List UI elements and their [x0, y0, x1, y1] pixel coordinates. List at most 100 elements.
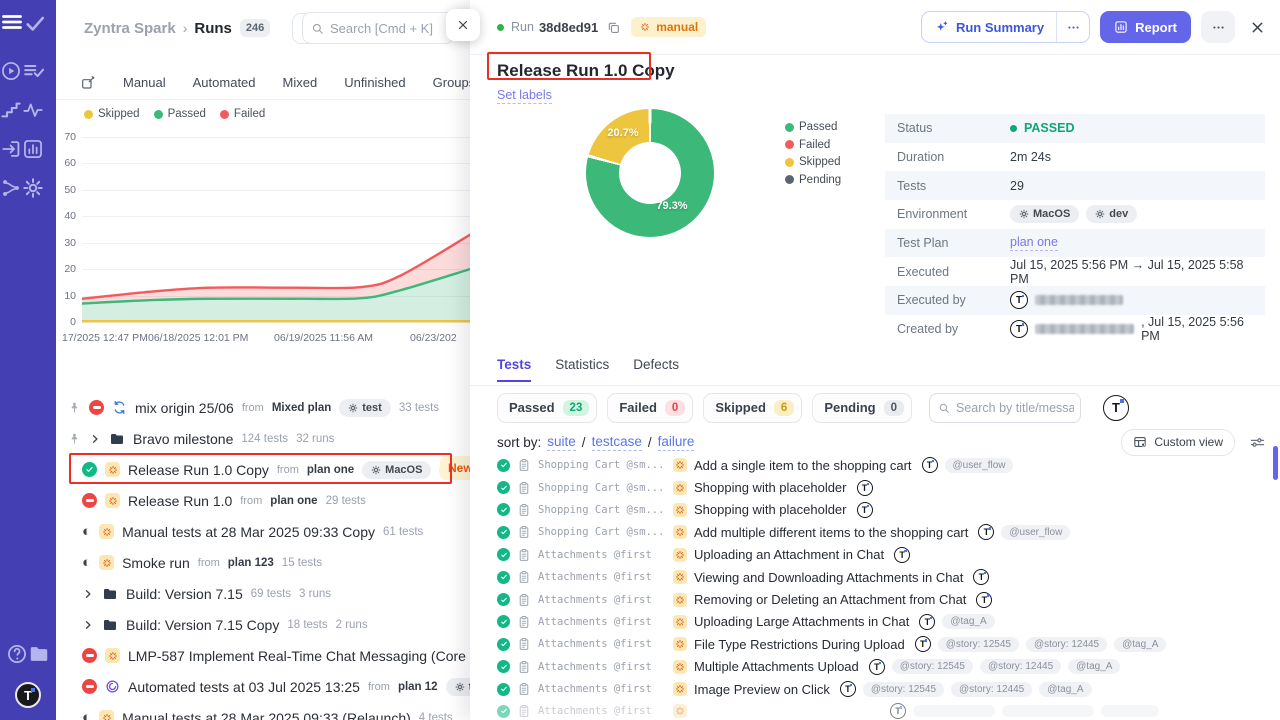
status-dot [1010, 125, 1017, 132]
run-icon[interactable] [0, 60, 22, 82]
folder-icon [102, 617, 118, 633]
test-row[interactable]: Attachments @firstImage Preview on Click… [470, 678, 1280, 700]
help-icon[interactable] [6, 643, 28, 665]
suite-name: Attachments @first [538, 571, 666, 583]
run-summary-more-button[interactable] [1057, 12, 1089, 42]
bar-chart-icon[interactable] [22, 138, 44, 160]
close-runs-panel-button[interactable] [446, 9, 480, 41]
steps-icon[interactable] [0, 99, 22, 121]
breadcrumb-section[interactable]: Runs [194, 20, 232, 37]
test-row[interactable]: Shopping Cart @sm...Shopping with placeh… [470, 499, 1280, 521]
run-list-item[interactable]: mix origin 25/06fromMixed plantest33 tes… [56, 392, 470, 423]
test-row[interactable]: Attachments @firstUploading an Attachmen… [470, 544, 1280, 566]
filter-chip-failed[interactable]: Failed0 [607, 393, 693, 423]
test-row[interactable]: Shopping Cart @sm...Add a single item to… [470, 454, 1280, 476]
chip-label: Pending [824, 400, 875, 415]
filter-chip-passed[interactable]: Passed23 [497, 393, 597, 423]
report-button[interactable]: Report [1100, 11, 1191, 43]
manual-run-icon [673, 682, 687, 696]
report-label: Report [1135, 20, 1177, 35]
runs-search-input[interactable] [330, 21, 445, 36]
chevron-right-icon[interactable] [89, 433, 101, 445]
tests-search-input[interactable] [956, 401, 1074, 415]
run-summary-button[interactable]: Run Summary [922, 12, 1056, 42]
run-list-item[interactable]: ◐Smoke runfromplan 12315 tests [56, 547, 470, 578]
tab-statistics[interactable]: Statistics [555, 357, 609, 380]
test-row[interactable]: Attachments @firstRemoving or Deleting a… [470, 588, 1280, 610]
chip-count: 0 [884, 400, 904, 416]
folder-icon[interactable] [28, 643, 50, 665]
assignee-avatar: T [919, 614, 935, 630]
run-list-item[interactable]: Bravo milestone124 tests32 runs [56, 423, 470, 454]
test-plan-link[interactable]: plan one [1010, 235, 1058, 251]
manual-run-icon [99, 710, 114, 720]
test-row[interactable]: Attachments @firstFile Type Restrictions… [470, 633, 1280, 655]
tab-groups[interactable]: Groups [433, 75, 470, 90]
user-avatar[interactable]: T [15, 682, 41, 708]
run-list-item[interactable]: Release Run 1.0 Copyfromplan oneMacOSdev… [56, 454, 470, 485]
pin-icon[interactable] [68, 401, 81, 414]
breadcrumb-project[interactable]: Zyntra Spark [84, 20, 176, 37]
test-row[interactable]: Shopping Cart @sm...Add multiple differe… [470, 521, 1280, 543]
tab-manual[interactable]: Manual [123, 75, 166, 90]
gear-icon [348, 403, 358, 413]
sliders-icon[interactable] [1249, 434, 1266, 451]
filter-chip-pending[interactable]: Pending 0 [812, 393, 912, 423]
chevron-right-icon[interactable] [82, 588, 94, 600]
run-title: Bravo milestone [133, 431, 233, 447]
run-list-item[interactable]: Automated tests at 03 Jul 2025 13:25from… [56, 671, 470, 702]
set-labels-link[interactable]: Set labels [497, 88, 552, 104]
legend-dot [154, 110, 163, 119]
run-list-item[interactable]: Build: Version 7.15 Copy18 tests2 runs [56, 609, 470, 640]
test-row-partial[interactable]: Attachments @firstT [470, 700, 1280, 720]
test-row[interactable]: Attachments @firstViewing and Downloadin… [470, 566, 1280, 588]
assignee-avatar: T [857, 480, 873, 496]
gear-icon[interactable] [22, 177, 44, 199]
select-runs-icon[interactable] [80, 75, 96, 91]
custom-view-button[interactable]: Custom view [1121, 429, 1235, 456]
playlist-check-icon[interactable] [22, 60, 44, 82]
tab-defects[interactable]: Defects [633, 357, 679, 380]
legend-label: Pending [799, 174, 841, 186]
sort-link-suite[interactable]: suite [547, 434, 576, 451]
filter-chip-skipped[interactable]: Skipped6 [703, 393, 802, 423]
close-panel-icon[interactable] [1249, 19, 1266, 36]
redacted-name [1035, 295, 1123, 305]
test-row[interactable]: Attachments @firstMultiple Attachments U… [470, 656, 1280, 678]
automated-run-icon [105, 679, 120, 694]
sign-in-icon[interactable] [0, 138, 22, 160]
sort-link-testcase[interactable]: testcase [592, 434, 642, 451]
chevron-right-icon[interactable] [82, 619, 94, 631]
test-row[interactable]: Attachments @firstUploading Large Attach… [470, 611, 1280, 633]
branch-icon[interactable] [0, 177, 22, 199]
test-row[interactable]: Shopping Cart @sm...Shopping with placeh… [470, 476, 1280, 498]
tab-mixed[interactable]: Mixed [283, 75, 318, 90]
menu-icon[interactable] [0, 10, 24, 34]
run-list-item[interactable]: LMP-587 Implement Real-Time Chat Messagi… [56, 640, 470, 671]
run-meta: 33 tests [399, 402, 439, 414]
sort-link-failure[interactable]: failure [658, 434, 695, 451]
run-meta: 61 tests [383, 526, 423, 538]
more-actions-button[interactable] [1201, 11, 1235, 43]
tab-tests[interactable]: Tests [497, 357, 531, 382]
manual-run-icon [673, 458, 687, 472]
run-label: Run [511, 20, 534, 34]
run-list-item[interactable]: Build: Version 7.1569 tests3 runs [56, 578, 470, 609]
passed-icon [497, 615, 510, 628]
run-list-item[interactable]: Release Run 1.0fromplan one29 tests [56, 485, 470, 516]
tests-scrollbar-thumb[interactable] [1273, 446, 1278, 480]
tab-automated[interactable]: Automated [193, 75, 256, 90]
detail-value: T, Jul 15, 2025 5:56 PM [1010, 315, 1265, 343]
redacted-name [1035, 324, 1134, 334]
test-tag: @story: 12445 [1026, 637, 1107, 652]
run-list-item[interactable]: ◐Manual tests at 28 Mar 2025 09:33 (Rela… [56, 702, 470, 720]
tab-unfinished[interactable]: Unfinished [344, 75, 405, 90]
pin-icon[interactable] [68, 432, 81, 445]
copy-icon[interactable] [606, 20, 621, 35]
run-meta: 29 tests [326, 495, 366, 507]
from-label: from [198, 557, 220, 569]
pulse-icon[interactable] [22, 99, 44, 121]
run-list-item[interactable]: ◐Manual tests at 28 Mar 2025 09:33 Copy6… [56, 516, 470, 547]
check-icon[interactable] [24, 12, 46, 34]
assignee-filter-avatar[interactable]: T [1103, 395, 1129, 421]
